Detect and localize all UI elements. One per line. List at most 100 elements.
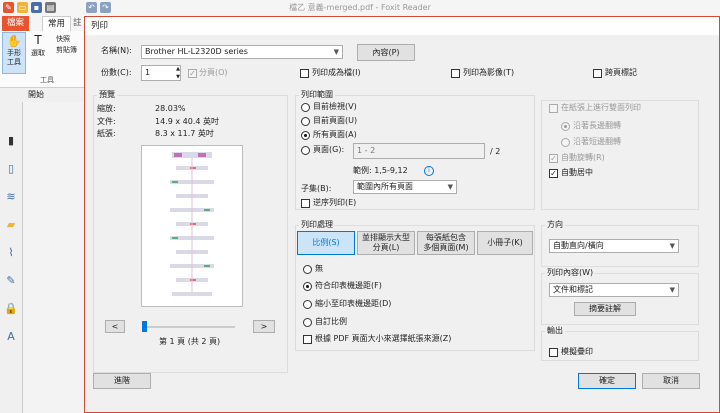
page-info: 第 1 頁 (共 2 頁) (159, 337, 221, 346)
choose-paper-source-checkbox[interactable] (303, 335, 312, 344)
scale-none-radio[interactable] (303, 265, 312, 274)
fit-printable-label: 符合印表機邊距(F) (315, 281, 382, 290)
output-title: 輸出 (545, 326, 565, 336)
page-slider-thumb[interactable] (142, 321, 147, 332)
copies-label: 份數(C): (101, 68, 132, 77)
text-select-icon: T (34, 33, 42, 47)
open-icon[interactable]: ▭ (17, 2, 28, 13)
cancel-button[interactable]: 取消 (642, 373, 700, 389)
print-to-file-checkbox[interactable] (300, 69, 309, 78)
all-pages-label: 所有頁面(A) (313, 130, 357, 139)
page-slider-track[interactable] (142, 326, 235, 328)
auto-rotate-checkbox[interactable]: ✓ (549, 154, 558, 163)
simulate-overprint-checkbox[interactable] (549, 348, 558, 357)
booklet-button[interactable]: 小冊子(K) (477, 231, 533, 255)
next-page-button[interactable]: > (253, 320, 275, 333)
multiple-pages-label: 每張紙包含 多個頁面(M) (423, 233, 469, 252)
select-tool-button[interactable]: T 選取 (27, 32, 49, 72)
orientation-title: 方向 (545, 220, 565, 230)
info-icon[interactable]: i (424, 166, 434, 176)
subset-select-value: 範圍內所有頁面 (357, 182, 413, 191)
tab-file[interactable]: 檔案 (2, 16, 30, 31)
print-handling-title: 列印處理 (299, 220, 335, 230)
flip-long-edge-radio[interactable] (561, 122, 570, 131)
print-as-image-label: 列印為影像(T) (463, 68, 515, 77)
paper-size-label: 紙張: (97, 129, 116, 138)
signature-icon[interactable]: ✎ (4, 274, 18, 288)
document-size-label: 文件: (97, 117, 116, 126)
layers-icon[interactable]: ≋ (4, 190, 18, 204)
clipboard-button[interactable]: 剪貼簿 (56, 44, 77, 56)
search-text-icon[interactable]: A (4, 330, 18, 344)
ok-button[interactable]: 確定 (578, 373, 636, 389)
reverse-order-checkbox[interactable] (301, 199, 310, 208)
pages-range-input[interactable]: 1 - 2 (353, 143, 485, 159)
auto-center-checkbox[interactable]: ✓ (549, 169, 558, 178)
current-page-radio[interactable] (301, 117, 310, 126)
booklet-label: 小冊子(K) (487, 238, 523, 247)
printer-properties-button[interactable]: 內容(P) (357, 44, 415, 61)
dialog-title-bar (85, 17, 719, 35)
copies-value: 1 (145, 68, 151, 77)
print-content-title: 列印內容(W) (545, 268, 596, 278)
pages-radio[interactable] (301, 146, 310, 155)
fit-printable-radio[interactable] (303, 282, 312, 291)
tile-pages-label: 並排顯示大型 分頁(L) (362, 233, 410, 252)
current-view-radio[interactable] (301, 103, 310, 112)
attachment-icon[interactable]: ⌇ (4, 246, 18, 260)
summarize-comments-button[interactable]: 摘要註解 (574, 302, 636, 316)
advanced-button[interactable]: 進階 (93, 373, 151, 389)
print-range-title: 列印範圍 (299, 90, 335, 100)
tab-home[interactable]: 常用 (42, 16, 72, 32)
pages-icon[interactable]: ▯ (4, 162, 18, 176)
preview-title: 預覽 (97, 90, 117, 100)
lock-icon[interactable]: 🔒 (4, 302, 18, 316)
subset-select[interactable]: 範圍內所有頁面 ▼ (353, 180, 457, 194)
hand-tool-button[interactable]: ✋ 手形 工具 (2, 32, 26, 74)
undo-icon[interactable]: ↶ (86, 2, 97, 13)
print-icon[interactable]: ▤ (45, 2, 56, 13)
reverse-order-label: 逆序列印(E) (313, 198, 357, 207)
print-as-image-checkbox[interactable] (451, 69, 460, 78)
print-content-select[interactable]: 文件和標記 ▼ (549, 283, 679, 297)
select-tool-label: 選取 (31, 49, 45, 57)
paper-size-value: 8.3 x 11.7 英吋 (155, 129, 214, 138)
simulate-overprint-label: 模擬疊印 (561, 347, 593, 356)
dialog-title: 列印 (91, 21, 109, 31)
print-content-select-value: 文件和標記 (553, 285, 593, 294)
tools-group-label: 工具 (40, 76, 54, 84)
duplex-checkbox[interactable] (549, 104, 558, 113)
save-icon[interactable]: ▪ (31, 2, 42, 13)
copies-stepper[interactable]: ▲ ▼ (174, 65, 182, 81)
shrink-printable-radio[interactable] (303, 300, 312, 309)
scale-value: 28.03% (155, 104, 186, 113)
flip-long-edge-label: 沿著長邊翻轉 (573, 121, 621, 130)
all-pages-radio[interactable] (301, 131, 310, 140)
print-to-file-label: 列印成為檔(I) (312, 68, 361, 77)
scale-mode-button[interactable]: 比例(S) (297, 231, 355, 255)
collate-checkbox[interactable]: ✓ (188, 69, 197, 78)
flip-short-edge-label: 沿著短邊翻轉 (573, 137, 621, 146)
flip-short-edge-radio[interactable] (561, 138, 570, 147)
printer-select[interactable]: Brother HL-L2320D series ▼ (141, 45, 343, 59)
choose-paper-source-label: 根據 PDF 頁面大小來選擇紙張來源(Z) (315, 334, 452, 343)
shrink-printable-label: 縮小至印表機邊距(D) (315, 299, 392, 308)
orientation-select[interactable]: 自動直向/橫向 ▼ (549, 239, 679, 253)
cross-page-marks-label: 跨頁標記 (605, 68, 637, 77)
custom-scale-radio[interactable] (303, 318, 312, 327)
scale-mode-label: 比例(S) (312, 238, 340, 247)
bookmark-icon[interactable]: ▮ (4, 134, 18, 148)
prev-page-button[interactable]: < (105, 320, 125, 333)
multiple-pages-button[interactable]: 每張紙包含 多個頁面(M) (417, 231, 475, 255)
redo-icon[interactable]: ↷ (100, 2, 111, 13)
collate-label: 分頁(O) (199, 68, 228, 77)
auto-rotate-label: 自動旋轉(R) (561, 153, 605, 162)
chevron-down-icon: ▼ (333, 48, 339, 56)
subset-label: 子集(B): (301, 184, 332, 193)
cross-page-marks-checkbox[interactable] (593, 69, 602, 78)
hand-tool-label: 手形 工具 (7, 49, 21, 66)
comments-icon[interactable]: ▰ (4, 218, 18, 232)
printer-name-label: 名稱(N): (101, 46, 132, 55)
print-content-group (541, 273, 699, 325)
tile-pages-button[interactable]: 並排顯示大型 分頁(L) (357, 231, 415, 255)
